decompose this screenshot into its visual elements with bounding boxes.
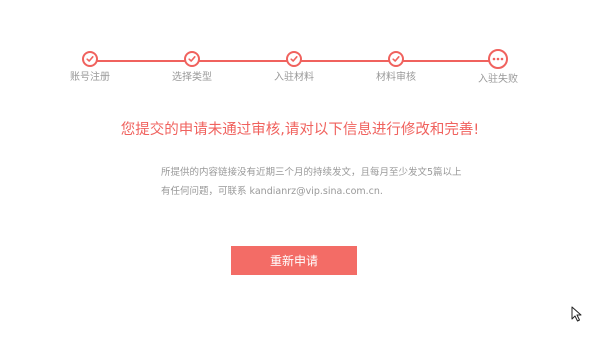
step-label: 材料审核	[376, 72, 416, 83]
reapply-button[interactable]: 重新申请	[231, 246, 357, 275]
contact-info: 有任何问题，可联系 kandianrz@vip.sina.com.cn.	[161, 186, 383, 197]
step-failed: 入驻失败	[458, 49, 538, 86]
step-label: 账号注册	[70, 72, 110, 83]
more-dots-icon	[492, 57, 504, 61]
step-complete-icon	[286, 51, 302, 67]
check-icon	[392, 55, 400, 62]
step-label: 选择类型	[172, 72, 212, 83]
step-complete-icon	[388, 51, 404, 67]
step-current-icon	[488, 49, 508, 69]
step-label: 入驻材料	[274, 72, 314, 83]
rejection-reason: 所提供的内容链接没有近期三个月的持续发文，且每月至少发文5篇以上	[161, 167, 462, 178]
step-complete-icon	[184, 51, 200, 67]
step-select-type: 选择类型	[152, 51, 232, 84]
application-result-page: 账号注册 选择类型 入驻材料 材料审核 入驻失败 您提交的申请未通过审核,请对以…	[0, 0, 600, 340]
step-account-register: 账号注册	[50, 51, 130, 84]
step-label: 入驻失败	[478, 74, 518, 85]
check-icon	[86, 55, 94, 62]
rejection-details: 所提供的内容链接没有近期三个月的持续发文，且每月至少发文5篇以上 有任何问题，可…	[161, 163, 481, 201]
step-complete-icon	[82, 51, 98, 67]
check-icon	[188, 55, 196, 62]
step-materials: 入驻材料	[254, 51, 334, 84]
mouse-cursor-icon	[571, 306, 582, 322]
rejection-headline: 您提交的申请未通过审核,请对以下信息进行修改和完善!	[120, 122, 480, 138]
check-icon	[290, 55, 298, 62]
step-review: 材料审核	[356, 51, 436, 84]
